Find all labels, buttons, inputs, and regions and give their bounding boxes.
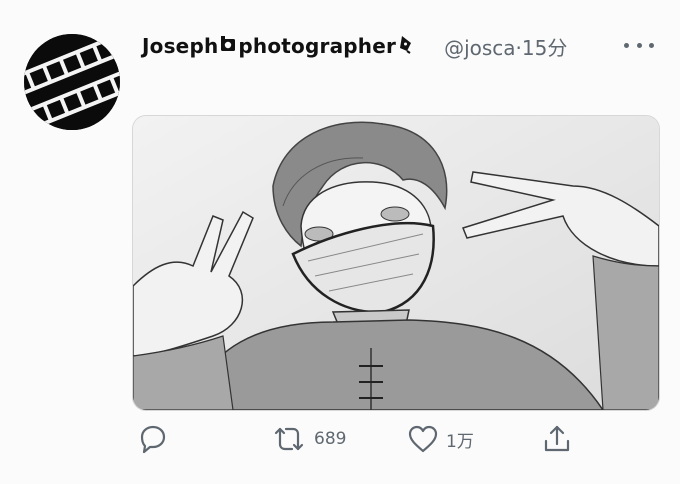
share-icon (544, 425, 570, 452)
author-first-name: Joseph (142, 34, 219, 58)
more-icon[interactable] (624, 38, 654, 52)
reply-button[interactable] (136, 422, 168, 456)
like-button[interactable]: 1万 (408, 422, 474, 456)
avatar[interactable] (24, 34, 120, 130)
tweet-time[interactable]: 15分 (522, 36, 567, 60)
retweet-button[interactable]: 689 (272, 422, 346, 456)
author-meta: @josca·15分 (444, 32, 567, 61)
like-count: 1万 (446, 431, 474, 452)
author-name[interactable]: Joseph photographer (142, 34, 416, 59)
author-role: photographer (238, 34, 397, 58)
reply-icon (140, 425, 166, 454)
share-button[interactable] (542, 422, 572, 456)
tweet-actions: 689 1万 (136, 422, 656, 456)
retweet-count: 689 (314, 429, 347, 449)
author-handle[interactable]: @josca (444, 36, 515, 60)
tweet-media-image[interactable] (132, 115, 660, 411)
pen-nib-icon (398, 34, 414, 59)
tweet-header: Joseph photographer @josca·15分 (142, 31, 662, 61)
retweet-icon (274, 427, 304, 451)
film-strip-avatar-image (24, 34, 120, 130)
heart-icon (408, 425, 438, 453)
camera-icon (220, 34, 236, 58)
tweet-card: Joseph photographer @josca·15分 689 1万 (0, 0, 680, 484)
illustration-image (133, 116, 659, 410)
